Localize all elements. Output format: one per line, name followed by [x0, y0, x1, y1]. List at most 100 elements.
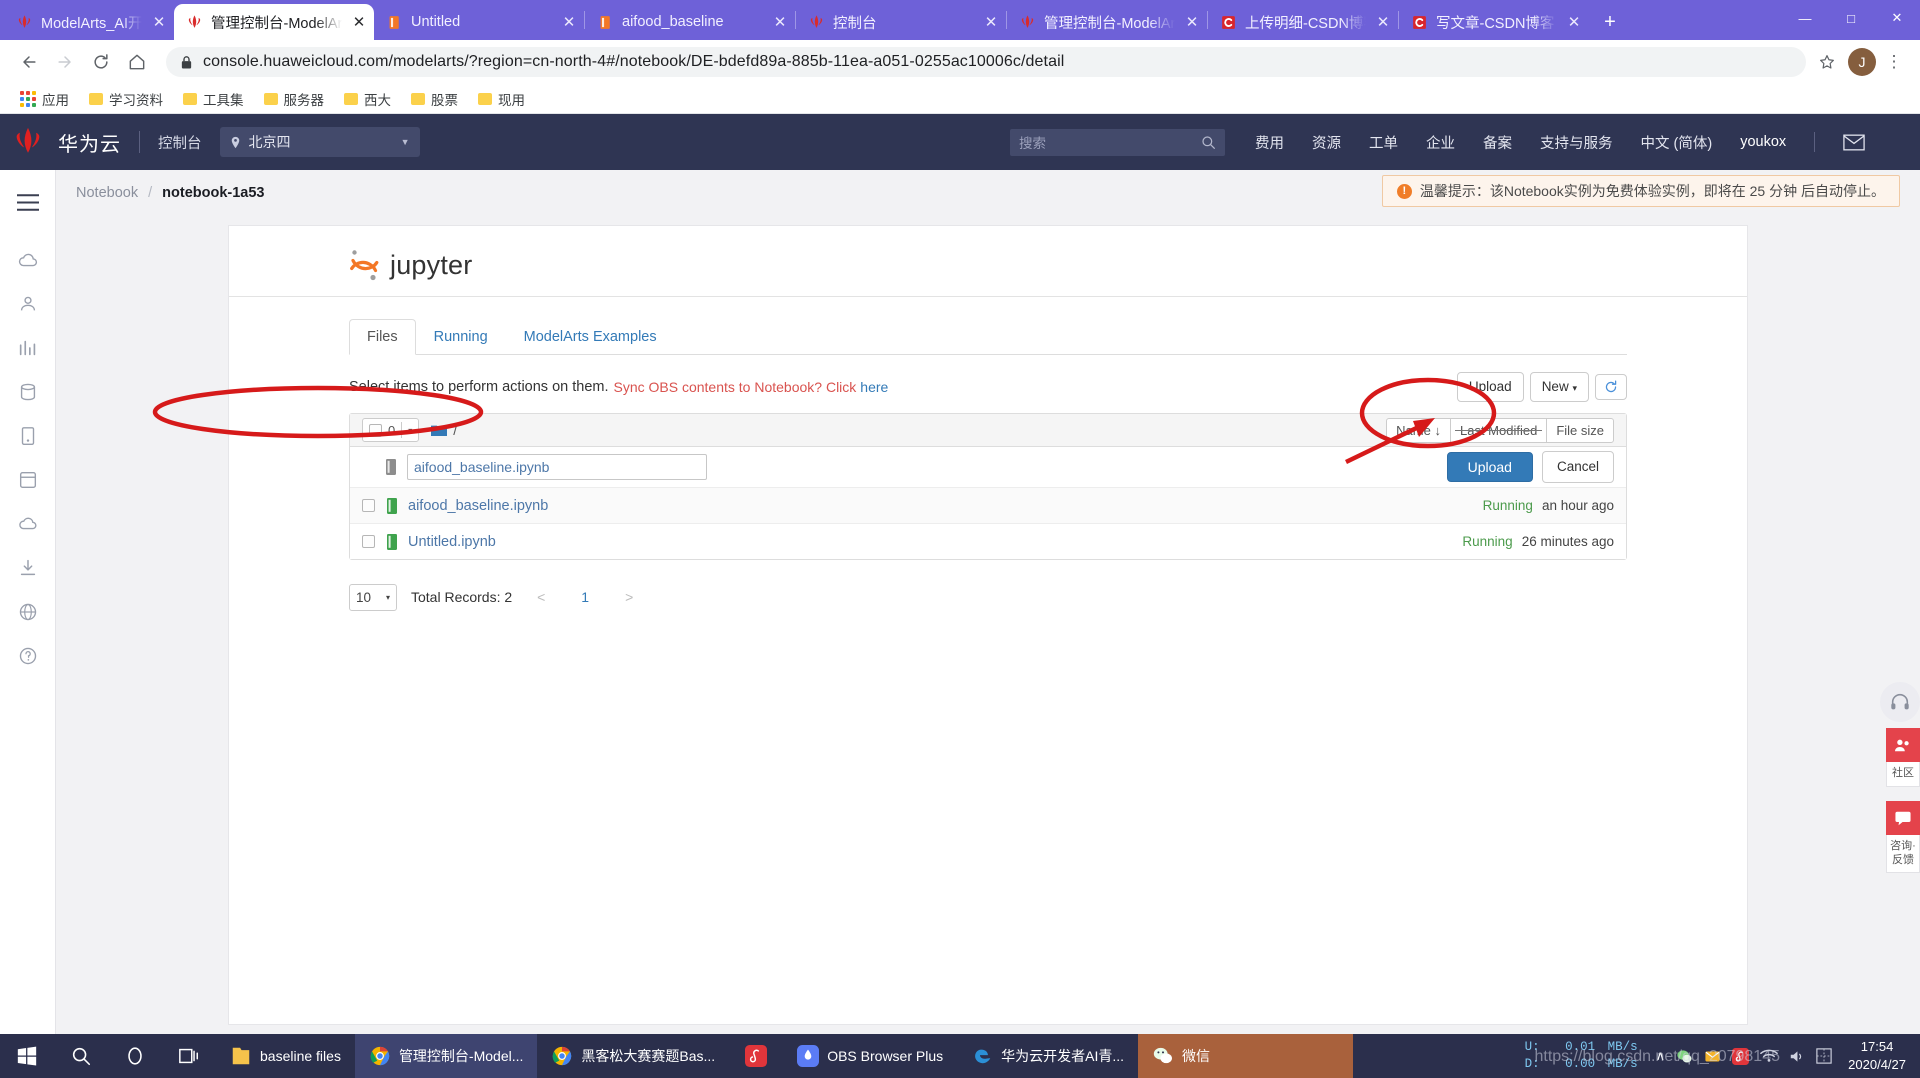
bookmark-folder[interactable]: 股票: [403, 86, 466, 112]
file-name-link[interactable]: Untitled.ipynb: [408, 534, 496, 550]
mail-icon[interactable]: [1843, 134, 1865, 151]
per-page-select[interactable]: 10 ▾: [349, 583, 397, 611]
taskbar-item-hackathon[interactable]: 黑客松大赛赛题Bas...: [537, 1034, 729, 1078]
breadcrumb-path[interactable]: /: [431, 422, 457, 438]
address-bar[interactable]: console.huaweicloud.com/modelarts/?regio…: [166, 47, 1806, 77]
tab-close-icon[interactable]: ✕: [1183, 13, 1201, 31]
tab-running[interactable]: Running: [416, 319, 506, 355]
browser-tab[interactable]: 控制台 ✕: [796, 4, 1006, 40]
cortana-circle-icon[interactable]: [108, 1034, 162, 1078]
browser-tab[interactable]: Untitled ✕: [374, 4, 584, 40]
task-view-icon[interactable]: [162, 1034, 216, 1078]
ime-icon[interactable]: [1816, 1048, 1832, 1064]
table-row[interactable]: aifood_baseline.ipynb Running an hour ag…: [350, 487, 1626, 523]
reload-icon[interactable]: [86, 47, 116, 77]
nav-item-user[interactable]: youkox: [1740, 134, 1786, 150]
tab-close-icon[interactable]: ✕: [350, 13, 368, 31]
rail-item-help[interactable]: [0, 634, 56, 678]
file-name-link[interactable]: aifood_baseline.ipynb: [408, 498, 548, 514]
confirm-upload-button[interactable]: Upload: [1446, 451, 1533, 482]
bookmark-star-icon[interactable]: [1812, 47, 1842, 77]
rail-item-compute[interactable]: [0, 282, 56, 326]
nav-item-icp[interactable]: 备案: [1483, 132, 1512, 153]
taskbar-item-netease-music[interactable]: [729, 1034, 783, 1078]
feedback-button[interactable]: [1886, 800, 1920, 835]
prev-page-button[interactable]: <: [526, 583, 556, 611]
region-selector[interactable]: 北京四 ▼: [219, 127, 420, 157]
next-page-button[interactable]: >: [614, 583, 644, 611]
close-window-button[interactable]: ✕: [1874, 0, 1920, 36]
volume-icon[interactable]: [1789, 1049, 1805, 1064]
bookmark-folder[interactable]: 现用: [470, 86, 533, 112]
tab-close-icon[interactable]: ✕: [771, 13, 789, 31]
tab-close-icon[interactable]: ✕: [1374, 13, 1392, 31]
table-row[interactable]: Untitled.ipynb Running 26 minutes ago: [350, 523, 1626, 559]
bookmark-folder[interactable]: 学习资料: [81, 86, 171, 112]
browser-tab[interactable]: ModelArts_AI开发平台 ✕: [4, 4, 174, 40]
browser-tab[interactable]: 写文章-CSDN博客 ✕: [1399, 4, 1589, 40]
sort-by-name[interactable]: Name ↓: [1386, 417, 1451, 443]
row-checkbox[interactable]: [362, 499, 375, 512]
sort-by-file-size[interactable]: File size: [1546, 417, 1614, 443]
cancel-upload-button[interactable]: Cancel: [1541, 451, 1614, 483]
select-all-dropdown[interactable]: 0 ▾: [362, 418, 420, 442]
console-link[interactable]: 控制台: [158, 132, 202, 153]
upload-button[interactable]: Upload: [1456, 372, 1524, 402]
nav-item-tickets[interactable]: 工单: [1369, 132, 1398, 153]
rail-item-global[interactable]: [0, 590, 56, 634]
rail-item-download[interactable]: [0, 546, 56, 590]
rail-item-database[interactable]: [0, 414, 56, 458]
huawei-logo-icon[interactable]: [0, 114, 56, 170]
chevron-down-icon[interactable]: ▾: [401, 422, 412, 438]
rail-item-analytics[interactable]: [0, 326, 56, 370]
sync-obs-link[interactable]: here: [860, 379, 888, 395]
new-tab-button[interactable]: +: [1595, 7, 1625, 37]
taskbar-item-obs-browser[interactable]: OBS Browser Plus: [783, 1034, 957, 1078]
page-number-1[interactable]: 1: [570, 583, 600, 611]
header-search-box[interactable]: 搜索: [1010, 128, 1225, 156]
jupyter-logo[interactable]: jupyter: [349, 248, 1747, 282]
taskbar-item-baseline-files[interactable]: baseline files: [216, 1034, 355, 1078]
bookmark-folder[interactable]: 西大: [336, 86, 399, 112]
tab-close-icon[interactable]: ✕: [560, 13, 578, 31]
bookmark-apps[interactable]: 应用: [12, 86, 77, 112]
search-icon[interactable]: [54, 1034, 108, 1078]
profile-avatar[interactable]: J: [1848, 48, 1876, 76]
rail-item-container[interactable]: [0, 458, 56, 502]
sort-by-last-modified[interactable]: Last Modified: [1449, 417, 1548, 443]
taskbar-clock[interactable]: 17:54 2020/4/27: [1842, 1038, 1920, 1074]
row-checkbox[interactable]: [362, 535, 375, 548]
bookmark-folder[interactable]: 工具集: [175, 86, 252, 112]
search-icon[interactable]: [1201, 135, 1216, 150]
nav-item-resources[interactable]: 资源: [1312, 132, 1341, 153]
huawei-cloud-brand[interactable]: 华为云: [58, 128, 121, 157]
minimize-button[interactable]: —: [1782, 0, 1828, 36]
headset-icon[interactable]: [1880, 682, 1920, 722]
rail-item-cloud[interactable]: [0, 238, 56, 282]
service-menu-icon[interactable]: [0, 180, 56, 224]
nav-item-support[interactable]: 支持与服务: [1540, 132, 1613, 153]
upload-filename-input[interactable]: [407, 454, 707, 480]
tab-files[interactable]: Files: [349, 319, 416, 355]
nav-item-enterprise[interactable]: 企业: [1426, 132, 1455, 153]
tab-modelarts-examples[interactable]: ModelArts Examples: [506, 319, 675, 355]
select-all-checkbox[interactable]: [369, 423, 382, 437]
maximize-button[interactable]: □: [1828, 0, 1874, 36]
new-button[interactable]: New ▾: [1529, 372, 1589, 402]
home-icon[interactable]: [122, 47, 152, 77]
tab-close-icon[interactable]: ✕: [150, 13, 168, 31]
browser-tab-active[interactable]: 管理控制台-ModelArts ✕: [174, 4, 374, 40]
back-icon[interactable]: [14, 47, 44, 77]
bookmark-folder[interactable]: 服务器: [256, 86, 333, 112]
browser-tab[interactable]: 上传明细-CSDN博客 ✕: [1208, 4, 1398, 40]
taskbar-item-wechat[interactable]: 微信: [1138, 1034, 1354, 1078]
nav-item-billing[interactable]: 费用: [1255, 132, 1284, 153]
tab-close-icon[interactable]: ✕: [1565, 13, 1583, 31]
tab-close-icon[interactable]: ✕: [982, 13, 1000, 31]
rail-item-storage[interactable]: [0, 370, 56, 414]
taskbar-item-huawei-dev[interactable]: 华为云开发者AI青...: [957, 1034, 1138, 1078]
breadcrumb-root[interactable]: Notebook: [76, 185, 138, 201]
refresh-icon[interactable]: [1595, 373, 1627, 400]
nav-item-language[interactable]: 中文 (简体): [1641, 132, 1713, 153]
browser-tab[interactable]: 管理控制台-ModelArts ✕: [1007, 4, 1207, 40]
